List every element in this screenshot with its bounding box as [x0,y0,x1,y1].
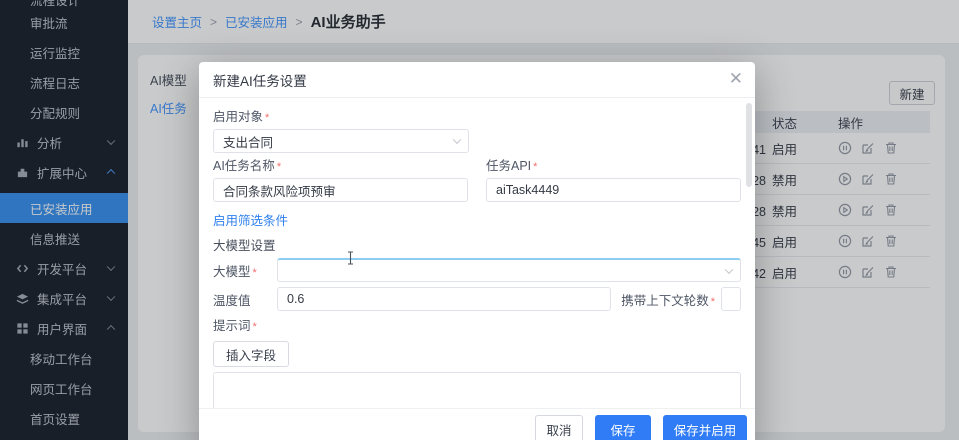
text-cursor-icon [346,251,355,265]
save-and-enable-button[interactable]: 保存并启用 [663,415,747,440]
chevron-down-icon [725,265,733,273]
insert-field-button[interactable]: 插入字段 [213,341,289,367]
temperature-label: 温度值 [213,290,277,309]
task-api-input[interactable] [486,178,741,202]
app-root: 流程设计 审批流 运行监控 流程日志 分配规则 分析 扩展中心 已安装应用 信息… [0,0,959,440]
enable-target-select[interactable]: 支出合同 [213,129,469,153]
context-rounds-label: 携带上下文轮数* [621,290,715,309]
task-name-label: AI任务名称* [213,159,468,174]
task-api-label: 任务API* [486,159,741,174]
task-name-input[interactable] [213,178,468,202]
modal-body: 启用对象* 支出合同 AI任务名称* 任务API* 启用筛选条件 大模型设置 [199,98,755,408]
cancel-button[interactable]: 取消 [535,415,583,440]
new-ai-task-modal: 新建AI任务设置 ✕ 启用对象* 支出合同 AI任务名称* 任务API* [199,62,755,440]
enable-target-label: 启用对象* [213,110,741,125]
save-button[interactable]: 保存 [595,415,651,440]
context-rounds-input[interactable] [721,287,741,311]
enable-filter-link[interactable]: 启用筛选条件 [213,210,288,229]
llm-select[interactable] [277,258,741,282]
llm-label: 大模型* [213,261,277,280]
scrollbar-thumb[interactable] [746,103,752,187]
prompt-textarea[interactable] [213,372,741,408]
modal-header: 新建AI任务设置 ✕ [199,62,755,98]
modal-footer: 取消 保存 保存并启用 [199,408,755,440]
chevron-down-icon [453,136,461,144]
close-icon[interactable]: ✕ [729,70,743,87]
prompt-label: 提示词* [213,319,741,334]
modal-title: 新建AI任务设置 [213,70,307,90]
llm-section-title: 大模型设置 [213,239,741,253]
temperature-input[interactable] [277,287,611,311]
